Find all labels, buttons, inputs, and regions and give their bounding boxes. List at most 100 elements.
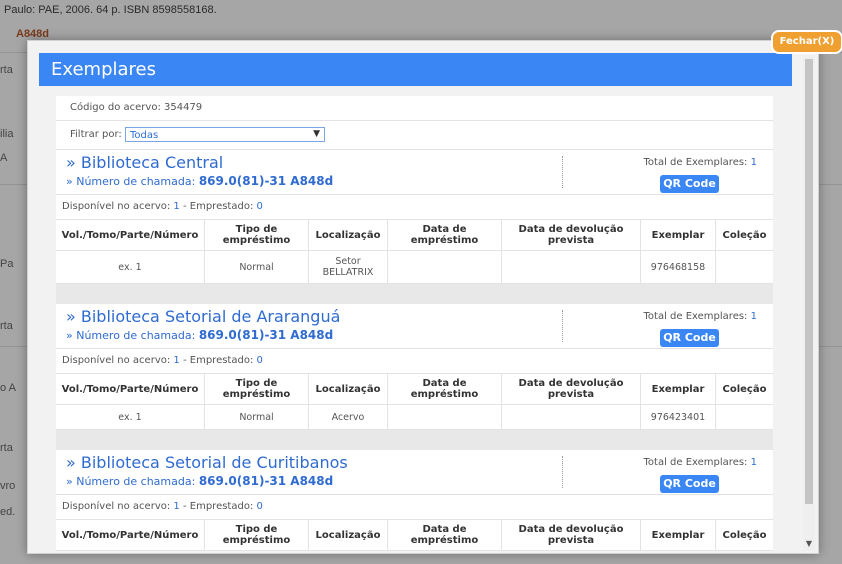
background-fragment: vro: [0, 480, 16, 492]
available-value: 1: [173, 201, 180, 212]
table-header-row: Vol./Tomo/Parte/Número Tipo de empréstim…: [56, 220, 773, 251]
cell-tipo: Normal: [204, 250, 309, 284]
header-localizacao: Localização: [308, 520, 388, 551]
header-data-emprestimo: Data de empréstimo: [387, 374, 502, 405]
cell-exemplar: 976423401: [640, 404, 716, 430]
scrollbar-thumb[interactable]: [805, 59, 813, 504]
library-name[interactable]: » Biblioteca Central: [66, 153, 223, 172]
cell-colecao: [715, 250, 773, 284]
qr-code-button[interactable]: QR Code: [660, 475, 719, 493]
divider: [562, 456, 563, 488]
call-number-label: » Número de chamada:: [66, 175, 196, 188]
available-value: 1: [173, 501, 180, 512]
header-data-devolucao: Data de devolução prevista: [501, 520, 641, 551]
header-colecao: Coleção: [715, 374, 773, 405]
library-name[interactable]: » Biblioteca Setorial de Araranguá: [66, 307, 340, 326]
header-exemplar: Exemplar: [640, 220, 716, 251]
modal-scrollbar[interactable]: ▼: [803, 56, 815, 551]
background-call-number: A848d: [16, 28, 50, 40]
background-fragment: ed.: [0, 506, 16, 518]
available-label: Disponível no acervo:: [62, 501, 171, 512]
background-fragment: ilia: [0, 128, 14, 140]
section-gap: [56, 430, 773, 450]
qr-code-button[interactable]: QR Code: [660, 175, 719, 193]
chevron-down-icon: ▼: [313, 128, 320, 139]
loaned-label: - Emprestado:: [182, 201, 254, 212]
loaned-label: - Emprestado:: [182, 501, 254, 512]
filter-label: Filtrar por:: [70, 129, 122, 140]
library-name[interactable]: » Biblioteca Setorial de Curitibanos: [66, 453, 348, 472]
header-colecao: Coleção: [715, 520, 773, 551]
availability-row: Disponível no acervo: 1 - Emprestado: 0: [56, 495, 773, 520]
divider: [562, 310, 563, 342]
call-number: » Número de chamada: 869.0(81)-31 A848d: [66, 174, 333, 188]
table-header-row: Vol./Tomo/Parte/Número Tipo de empréstim…: [56, 374, 773, 405]
cell-localizacao: Acervo: [308, 404, 388, 430]
header-data-devolucao: Data de devolução prevista: [501, 220, 641, 251]
total-value: 1: [750, 311, 757, 322]
background-fragment: rta: [0, 64, 13, 76]
header-exemplar: Exemplar: [640, 374, 716, 405]
available-value: 1: [173, 355, 180, 366]
close-button[interactable]: Fechar(X): [771, 30, 842, 54]
cell-data-emprestimo: [387, 404, 502, 430]
total-exemplares: Total de Exemplares: 1: [644, 157, 757, 168]
call-number-label: » Número de chamada:: [66, 475, 196, 488]
exemplares-modal: Exemplares ▼ Código do acervo: 354479 Fi…: [27, 40, 819, 554]
exemplares-table: Vol./Tomo/Parte/Número Tipo de empréstim…: [56, 520, 773, 551]
header-tipo: Tipo de empréstimo: [204, 220, 309, 251]
header-vol: Vol./Tomo/Parte/Número: [56, 374, 205, 405]
loaned-label: - Emprestado:: [182, 355, 254, 366]
availability-row: Disponível no acervo: 1 - Emprestado: 0: [56, 195, 773, 220]
filter-row: Filtrar por: Todas ▼: [56, 121, 773, 150]
total-exemplares: Total de Exemplares: 1: [644, 457, 757, 468]
filter-select[interactable]: Todas ▼: [125, 126, 325, 142]
cell-data-emprestimo: [387, 250, 502, 284]
divider: [562, 156, 563, 188]
scroll-down-arrow-icon[interactable]: ▼: [805, 539, 813, 549]
header-tipo: Tipo de empréstimo: [204, 520, 309, 551]
cell-exemplar: 976468158: [640, 250, 716, 284]
background-fragment: A: [0, 152, 8, 164]
cell-vol: ex. 1: [56, 404, 205, 430]
background-fragment: o A: [0, 382, 16, 394]
header-vol: Vol./Tomo/Parte/Número: [56, 220, 205, 251]
library-header: » Biblioteca Central » Número de chamada…: [56, 150, 773, 195]
call-number: » Número de chamada: 869.0(81)-31 A848d: [66, 328, 333, 342]
call-number-value: 869.0(81)-31 A848d: [198, 328, 334, 342]
call-number-value: 869.0(81)-31 A848d: [198, 474, 334, 488]
header-exemplar: Exemplar: [640, 520, 716, 551]
header-data-emprestimo: Data de empréstimo: [387, 220, 502, 251]
loaned-value: 0: [256, 201, 263, 212]
header-vol: Vol./Tomo/Parte/Número: [56, 520, 205, 551]
header-data-emprestimo: Data de empréstimo: [387, 520, 502, 551]
available-label: Disponível no acervo:: [62, 355, 171, 366]
library-section: » Biblioteca Setorial de Curitibanos » N…: [56, 450, 773, 551]
acervo-code: Código do acervo: 354479: [56, 96, 773, 121]
library-header: » Biblioteca Setorial de Curitibanos » N…: [56, 450, 773, 495]
header-colecao: Coleção: [715, 220, 773, 251]
exemplares-table: Vol./Tomo/Parte/Número Tipo de empréstim…: [56, 220, 773, 284]
total-value: 1: [750, 157, 757, 168]
table-row: ex. 1 Normal Setor BELLATRIX 976468158: [56, 250, 773, 284]
loaned-value: 0: [256, 355, 263, 366]
cell-data-devolucao: [501, 404, 641, 430]
modal-content: Código do acervo: 354479 Filtrar por: To…: [56, 96, 773, 553]
cell-colecao: [715, 404, 773, 430]
header-localizacao: Localização: [308, 374, 388, 405]
library-section: » Biblioteca Central » Número de chamada…: [56, 150, 773, 284]
cell-tipo: Normal: [204, 404, 309, 430]
call-number-label: » Número de chamada:: [66, 329, 196, 342]
call-number-value: 869.0(81)-31 A848d: [198, 174, 334, 188]
cell-localizacao: Setor BELLATRIX: [308, 250, 388, 284]
acervo-code-label: Código do acervo: 354479: [70, 102, 203, 113]
exemplares-table: Vol./Tomo/Parte/Número Tipo de empréstim…: [56, 374, 773, 430]
total-label: Total de Exemplares:: [643, 157, 748, 168]
header-localizacao: Localização: [308, 220, 388, 251]
call-number: » Número de chamada: 869.0(81)-31 A848d: [66, 474, 333, 488]
total-label: Total de Exemplares:: [643, 457, 748, 468]
background-fragment: rta: [0, 442, 13, 454]
availability-row: Disponível no acervo: 1 - Emprestado: 0: [56, 349, 773, 374]
loaned-value: 0: [256, 501, 263, 512]
qr-code-button[interactable]: QR Code: [660, 329, 719, 347]
